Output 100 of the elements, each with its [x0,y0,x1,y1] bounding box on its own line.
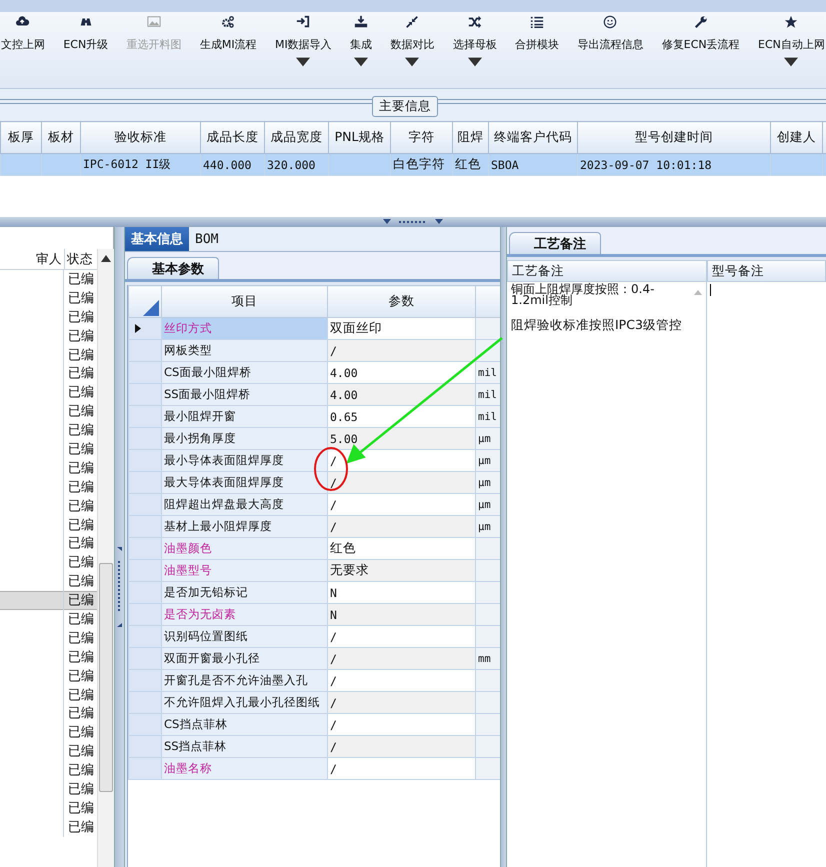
toolbar-button[interactable]: MI数据导入 [274,12,333,88]
parameter-value[interactable]: / [328,758,476,780]
parameter-value[interactable]: / [328,692,476,714]
unit-cell: mil [476,362,500,384]
table-cell: SBOA [488,154,578,176]
toolbar-button[interactable]: 导出流程信息 [576,12,644,88]
toolbar-button[interactable]: 集成 [349,12,374,88]
parameter-value[interactable]: / [328,472,476,494]
status-cell-text: 已编 [67,422,95,440]
status-cell-text: 已编 [67,668,95,686]
parameter-value[interactable]: N [328,604,476,626]
unit-cell: µm [476,472,500,494]
parameter-value[interactable]: N [328,582,476,604]
parameter-name: 最小拐角厚度 [162,428,328,450]
column-header[interactable]: 字符 [390,122,452,154]
status-cell-text: 已编 [67,516,95,534]
tab[interactable]: BOM [189,227,224,251]
parameter-name: 阻焊超出焊盘最大高度 [162,494,328,516]
column-header[interactable]: 型号备注 [707,260,826,282]
toolbar-button[interactable]: 文控上网 [0,12,46,88]
toolbar-button[interactable]: 选择母板 [452,12,498,88]
status-cell-text: 已编 [67,478,95,497]
status-cell-text: 已编 [67,743,95,762]
parameter-value[interactable]: 5.00 [328,428,476,450]
status-cell-text: 已编 [67,328,95,346]
column-header[interactable]: 创建人 [770,122,822,154]
list-row-highlight[interactable]: 已编 [0,591,97,610]
parameter-value[interactable]: / [328,626,476,648]
parameter-value[interactable]: / [328,736,476,758]
parameter-value[interactable]: / [328,670,476,692]
parameter-name: 识别码位置图纸 [162,626,328,648]
column-header[interactable]: 项目 [162,286,328,318]
column-header[interactable]: 板材 [42,122,80,154]
parameter-value[interactable]: 无要求 [328,560,476,582]
toolbar-button[interactable]: 数据对比 [389,12,436,88]
gears-icon [221,15,236,29]
panel-tab[interactable]: 工艺备注 [509,232,601,254]
unit-cell: µm [476,450,500,472]
parameter-value[interactable]: 4.00 [328,384,476,406]
column-header[interactable]: 参数 [328,286,476,318]
column-header[interactable]: 阻焊 [452,122,488,154]
toolbar-button[interactable]: 合拼模块 [514,12,560,88]
status-cell-text: 已编 [67,800,95,818]
toolbar-button[interactable]: 修复ECN丢流程 [660,12,741,88]
status-cell-text: 已编 [67,498,95,516]
caret-icon [784,55,798,69]
parameter-value[interactable]: 双面丝印 [328,318,476,340]
notes-field[interactable]: 铜面上阻焊厚度按照：0.4-1.2mil控制 阻焊验收标准按照IPC3级管控 [507,282,707,867]
status-cell-text: 已编 [67,781,95,799]
download-icon [354,15,368,29]
column-header[interactable]: 成品宽度 [264,122,328,154]
status-cell-text: 已编 [67,460,95,478]
scrollbar[interactable] [97,249,114,867]
table-cell: IPC-6012 II级 [80,154,200,176]
toolbar-button[interactable]: ECN自动上网 [757,12,826,88]
tab[interactable]: 基本信息 [125,227,189,251]
parameter-value[interactable]: / [328,494,476,516]
parameter-value[interactable]: 0.65 [328,406,476,428]
scroll-up-icon[interactable] [101,255,111,262]
column-header[interactable]: 工艺备注 [507,260,707,282]
column-header[interactable]: 板厚 [0,122,42,154]
parameter-name: 最大导体表面阻焊厚度 [162,472,328,494]
parameter-name: CS面最小阻焊桥 [162,362,328,384]
unit-cell: mil [476,406,500,428]
wrench-icon [694,15,708,29]
status-cell-text: 已编 [67,384,95,402]
column-header[interactable]: 型号创建时间 [578,122,770,154]
column-header[interactable]: 验收标准 [80,122,200,154]
column-header[interactable]: PNL规格 [328,122,390,154]
status-cell-text: 已编 [67,762,95,780]
parameter-name: 基材上最小阻焊厚度 [162,516,328,538]
splitter-handle-icon[interactable] [383,219,443,225]
unit-cell: mil [476,384,500,406]
parameter-value[interactable]: 红色 [328,538,476,560]
panel-tab[interactable]: 基本参数 [127,257,219,279]
status-cell-text: 已编 [67,686,95,704]
status-cell-text: 已编 [67,818,95,837]
parameter-name: SS面最小阻焊桥 [162,384,328,406]
shuffle-icon [468,15,482,29]
toolbar-button[interactable]: ECN升级 [62,12,110,88]
parameter-name: 油墨名称 [162,758,328,780]
splitter-handle-icon[interactable] [117,547,122,627]
column-header[interactable]: 审人 [0,249,65,269]
parameter-name: 油墨颜色 [162,538,328,560]
parameter-value[interactable]: 4.00 [328,362,476,384]
status-cell-text: 已编 [67,403,95,422]
column-header[interactable]: 终端客户代码 [488,122,578,154]
parameter-name: 是否为无卤素 [162,604,328,626]
toolbar-button[interactable]: 生成MI流程 [198,12,258,88]
parameter-value[interactable]: / [328,340,476,362]
column-header[interactable]: 成品长度 [200,122,264,154]
splitter-bar[interactable] [500,227,507,867]
parameter-name: 最小导体表面阻焊厚度 [162,450,328,472]
parameter-value[interactable]: / [328,516,476,538]
parameter-value[interactable]: / [328,648,476,670]
parameter-value[interactable]: / [328,714,476,736]
status-cell-text: 已编 [67,365,95,384]
column-header[interactable]: 状态 [65,249,93,269]
parameter-name: 开窗孔是否不允许油墨入孔 [162,670,328,692]
table-cell: 440.000 [200,154,264,176]
